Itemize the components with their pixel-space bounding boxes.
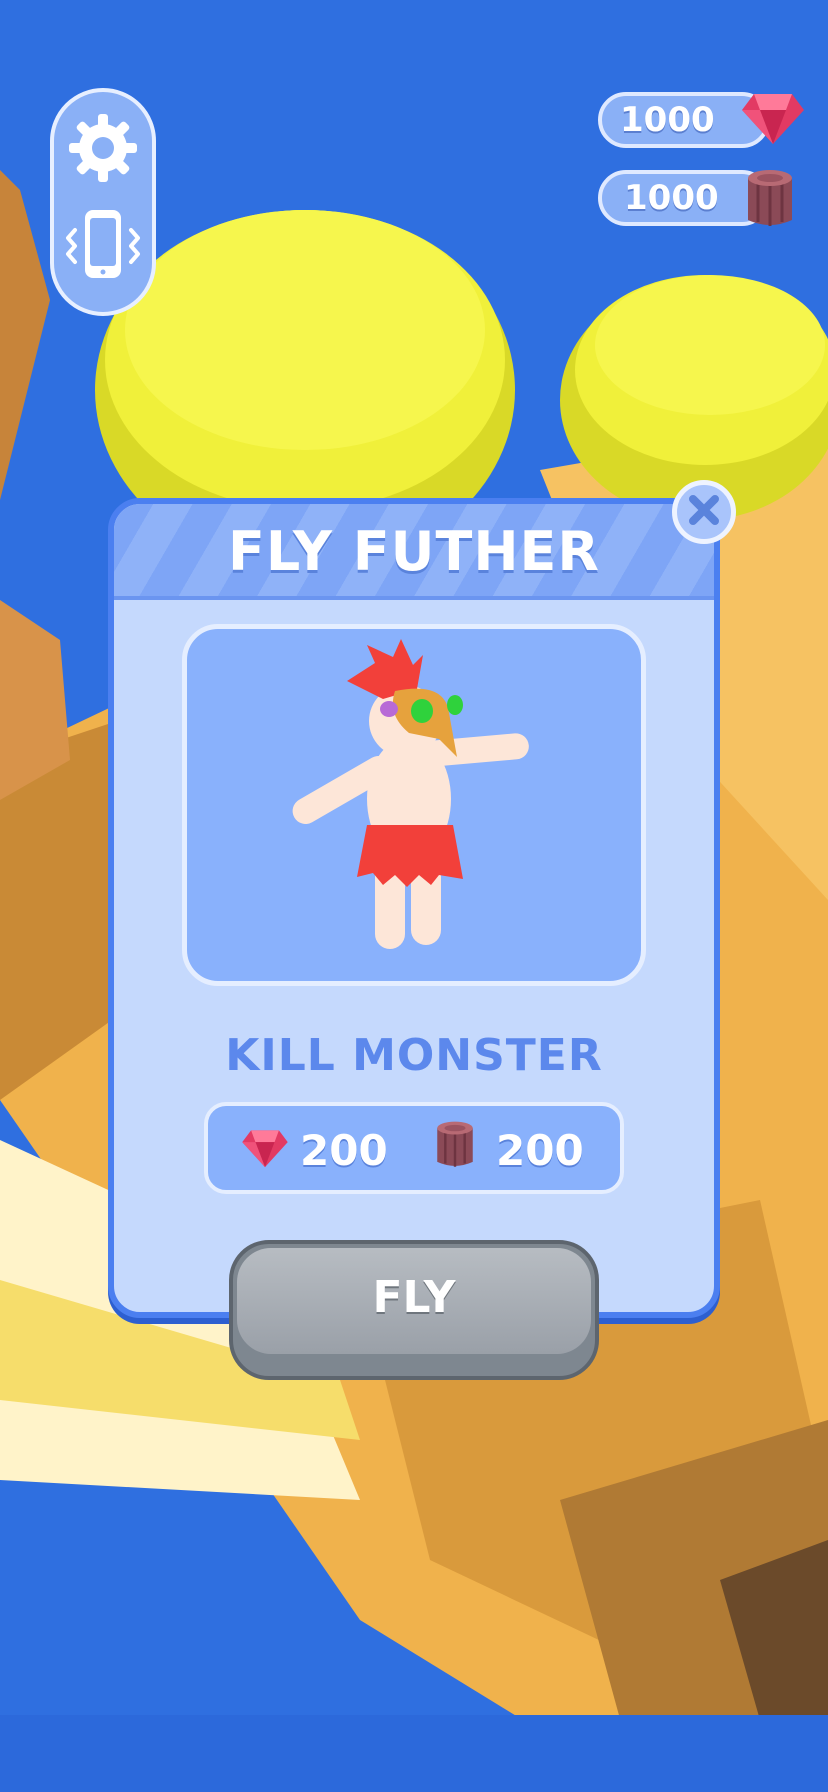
gem-icon [740, 88, 806, 152]
monster-character-image [292, 639, 529, 949]
wood-counter: 1000 [598, 170, 792, 226]
dialog-header: FLY FUTHER [114, 504, 714, 600]
wood-amount: 1000 [624, 178, 719, 218]
wood-cost-value: 200 [496, 1126, 584, 1175]
fly-button[interactable]: FLY [229, 1240, 599, 1380]
vibration-button[interactable] [54, 204, 152, 288]
wood-log-icon [434, 1120, 476, 1174]
close-button[interactable] [672, 480, 736, 544]
gem-amount: 1000 [620, 100, 715, 140]
dialog-title: FLY FUTHER [227, 520, 601, 583]
wood-log-icon [744, 168, 796, 234]
mission-label: KILL MONSTER [225, 1030, 603, 1081]
settings-button[interactable] [54, 110, 152, 186]
fly-button-label: FLY [372, 1272, 456, 1323]
settings-panel [50, 88, 156, 316]
close-icon [687, 493, 721, 531]
gem-cost-value: 200 [300, 1126, 388, 1175]
cost-panel: 200 200 [204, 1102, 624, 1194]
gem-icon [240, 1126, 290, 1174]
gear-icon [65, 110, 141, 186]
gem-counter: 1000 [598, 92, 804, 148]
phone-vibrate-icon [63, 204, 143, 288]
character-preview [182, 624, 646, 986]
